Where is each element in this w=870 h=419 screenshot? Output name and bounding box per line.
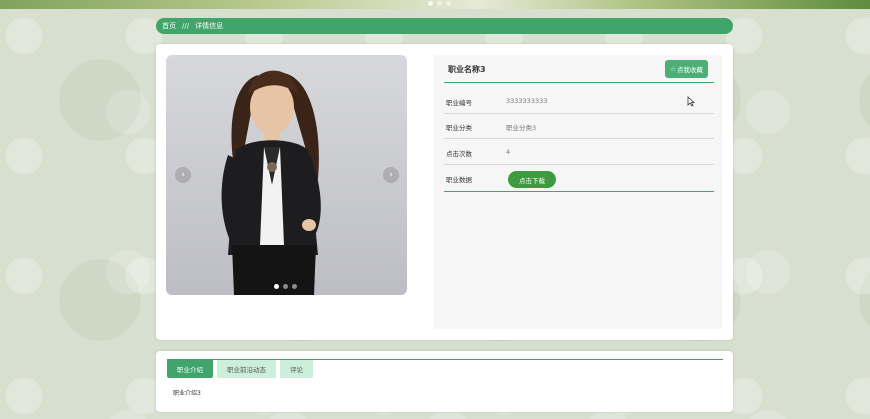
banner-dot[interactable] <box>446 1 451 6</box>
download-button[interactable]: 点击下载 <box>508 171 556 188</box>
carousel-dot[interactable] <box>292 284 297 289</box>
job-title: 职业名称3 <box>448 65 486 74</box>
image-carousel[interactable]: ‹ › <box>166 55 407 295</box>
banner-dots[interactable] <box>428 1 451 6</box>
breadcrumb-home[interactable]: 首页 <box>162 21 176 31</box>
detail-row-category: 职业分类 职业分类3 <box>444 113 714 139</box>
detail-row-code: 职业编号 3333333333 <box>444 88 714 114</box>
row-key: 职业数据 <box>446 176 472 184</box>
chevron-right-icon: › <box>389 170 393 180</box>
tabs-card: 职业介绍 职业前沿动态 评论 职业介绍3 <box>156 351 733 412</box>
job-photo <box>221 70 321 295</box>
tab-job-intro[interactable]: 职业介绍 <box>167 360 213 378</box>
detail-row-clicks: 点击次数 4 <box>444 139 714 165</box>
carousel-dot[interactable] <box>274 284 279 289</box>
row-value: 职业分类3 <box>506 124 537 132</box>
carousel-next-button[interactable]: › <box>383 167 399 183</box>
top-banner <box>0 0 870 9</box>
favorite-label: 点我收藏 <box>676 66 703 74</box>
tab-bar: 职业介绍 职业前沿动态 评论 <box>167 359 723 379</box>
banner-dot[interactable] <box>437 1 442 6</box>
breadcrumb: 首页 /// 详情信息 <box>156 18 733 34</box>
row-value: 4 <box>506 148 511 156</box>
tab-comments[interactable]: 评论 <box>280 360 313 378</box>
favorite-button[interactable]: ☆ 点我收藏 <box>665 60 708 78</box>
detail-row-data: 职业数据 点击下载 <box>444 165 714 192</box>
banner-dot[interactable] <box>428 1 433 6</box>
carousel-prev-button[interactable]: ‹ <box>175 167 191 183</box>
breadcrumb-separator: /// <box>182 22 190 30</box>
row-key: 职业分类 <box>446 124 472 132</box>
tab-content: 职业介绍3 <box>173 390 201 397</box>
breadcrumb-current: 详情信息 <box>195 22 224 30</box>
carousel-indicators <box>274 284 297 289</box>
tab-job-news[interactable]: 职业前沿动态 <box>217 360 276 378</box>
info-header: 职业名称3 ☆ 点我收藏 <box>444 55 714 83</box>
chevron-left-icon: ‹ <box>181 170 185 180</box>
star-icon: ☆ <box>670 65 676 73</box>
detail-card: ‹ › 职业名称3 ☆ 点我收藏 职业编号 3333333333 职业分类 职业… <box>156 44 733 340</box>
carousel-dot[interactable] <box>283 284 288 289</box>
mouse-cursor-icon <box>687 96 695 107</box>
info-panel: 职业名称3 ☆ 点我收藏 职业编号 3333333333 职业分类 职业分类3 … <box>434 55 722 329</box>
row-key: 职业编号 <box>446 99 472 107</box>
row-key: 点击次数 <box>446 150 472 158</box>
row-value: 3333333333 <box>506 97 548 105</box>
